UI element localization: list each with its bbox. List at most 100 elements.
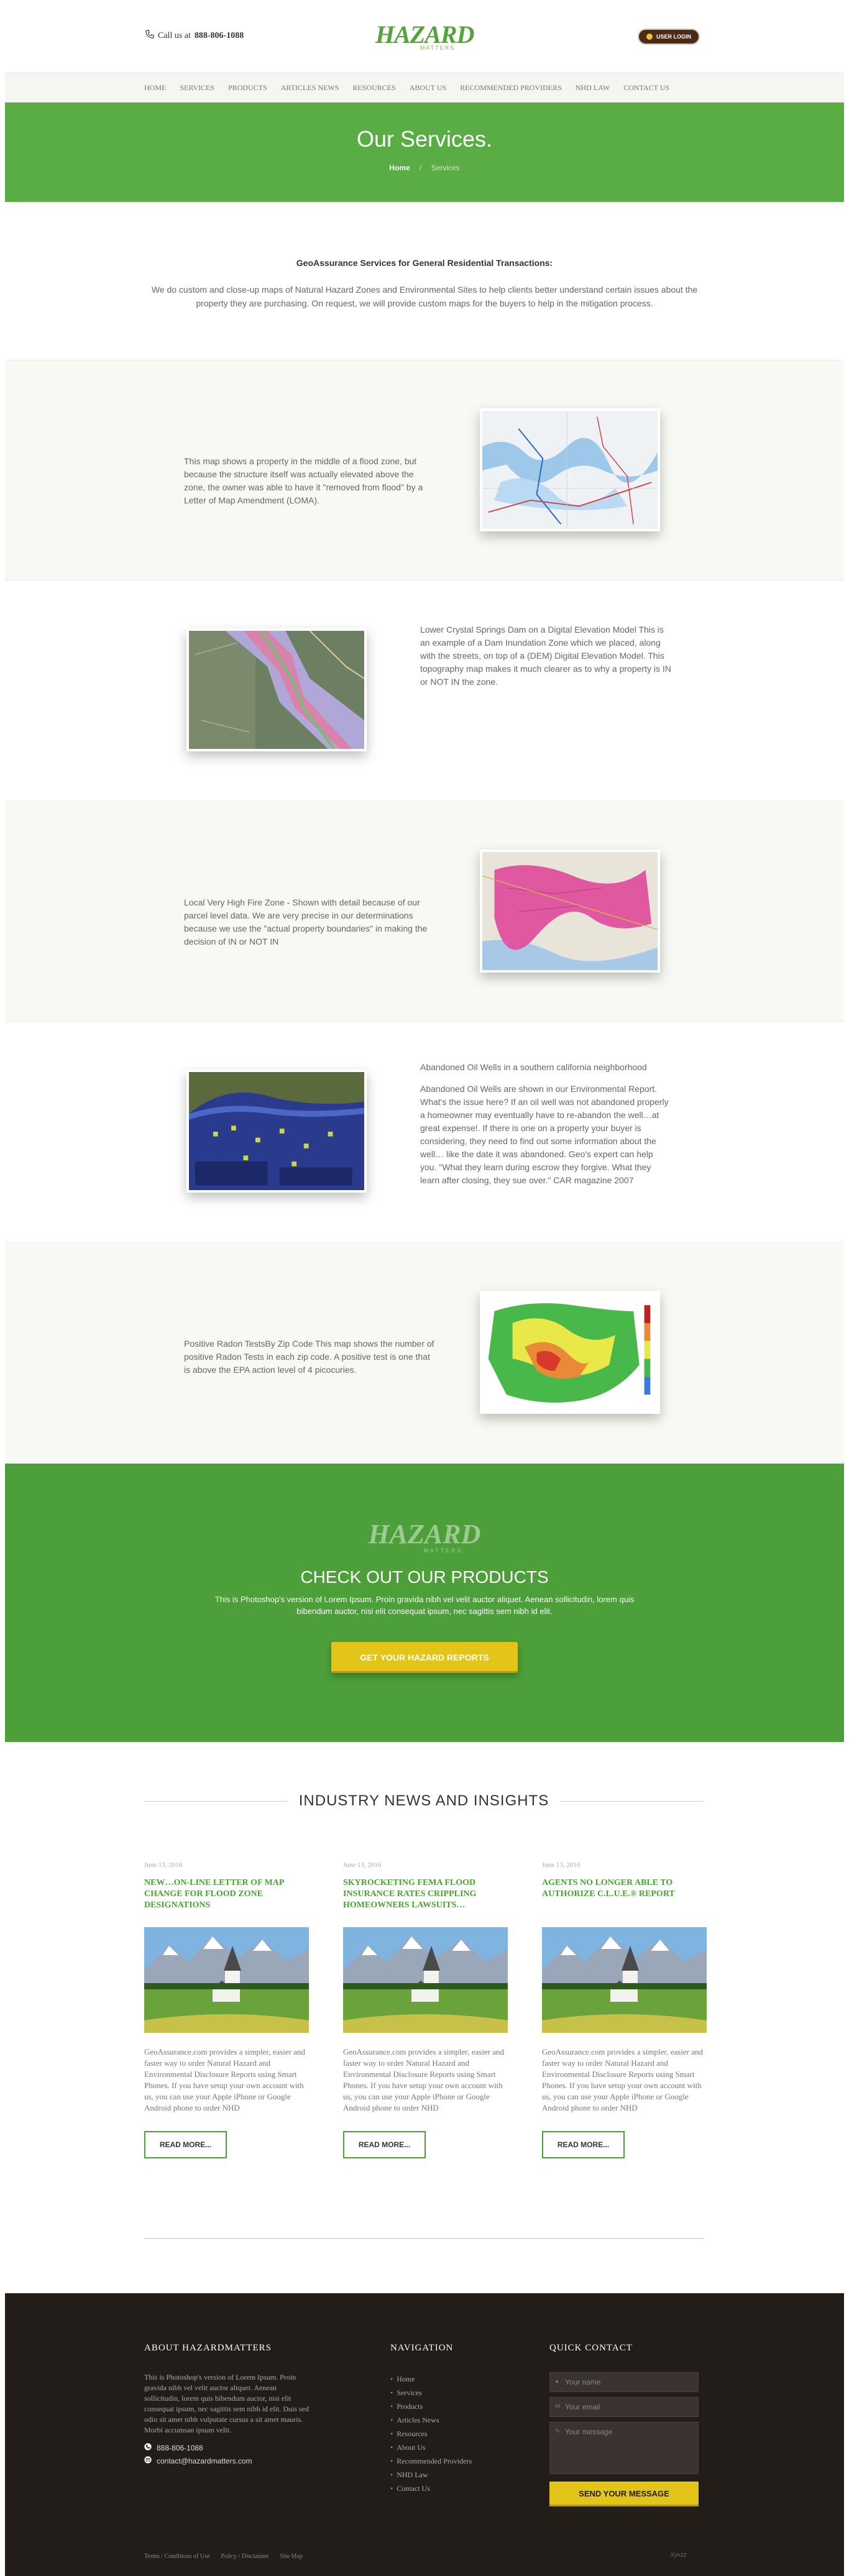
- footer-navigation: NAVIGATION Home Services Products Articl…: [390, 2343, 502, 2495]
- service-row-dam: Lower Crystal Springs Dam on a Digital E…: [5, 581, 844, 801]
- page-title: Our Services.: [356, 126, 493, 152]
- products-banner: HAZARD MATTERS CHECK OUT OUR PRODUCTS Th…: [5, 1464, 844, 1742]
- phone-number: 888-806-1088: [194, 30, 244, 40]
- contact-email-field[interactable]: ✉ Your email: [549, 2397, 699, 2417]
- email-icon: ✉: [555, 2403, 561, 2410]
- breadcrumb: Home / Services: [5, 163, 844, 172]
- service-title: Abandoned Oil Wells in a southern califo…: [420, 1062, 647, 1072]
- user-icon: [646, 34, 653, 40]
- news-card-image[interactable]: [343, 1927, 508, 2033]
- news-card-image[interactable]: [542, 1927, 707, 2033]
- pencil-icon: ✎: [555, 2428, 561, 2435]
- nav-item-recommended-providers[interactable]: RECOMMENDED PROVIDERS: [460, 83, 562, 93]
- radon-map-image: [480, 1291, 660, 1414]
- footer-link-terms[interactable]: Terms / Conditions of Use: [144, 2553, 209, 2560]
- service-row-oil-wells: Abandoned Oil Wells in a southern califo…: [5, 1022, 844, 1242]
- footer-nav-recommended-providers[interactable]: Recommended Providers: [390, 2454, 502, 2468]
- footer-contact-title: QUICK CONTACT: [549, 2343, 633, 2353]
- read-more-button[interactable]: READ MORE...: [542, 2131, 625, 2158]
- oil-wells-map-image: [186, 1070, 367, 1193]
- header-phone[interactable]: Call us at 888-806-1088: [145, 30, 244, 42]
- news-card-title[interactable]: SKYROCKETING FEMA FLOOD INSURANCE RATES …: [343, 1877, 508, 1922]
- news-card: June 13, 2016 AGENTS NO LONGER ABLE TO A…: [542, 1861, 707, 2158]
- logo-text: HAZARD: [375, 21, 474, 48]
- footer-nav-resources[interactable]: Resources: [390, 2427, 502, 2441]
- breadcrumb-home[interactable]: Home: [389, 163, 410, 172]
- service-text: This map shows a property in the middle …: [184, 456, 423, 505]
- news-section: INDUSTRY NEWS AND INSIGHTS June 13, 2016…: [5, 1742, 844, 2289]
- nav-item-nhd-law[interactable]: NHD LAW: [576, 83, 610, 93]
- site-logo[interactable]: HAZARD MATTERS: [375, 21, 474, 52]
- footer-about-text: This is Photoshop's version of Lorem Ips…: [144, 2373, 309, 2434]
- site-footer: ABOUT HAZARDMATTERS This is Photoshop's …: [5, 2293, 844, 2576]
- nav-item-products[interactable]: PRODUCTS: [228, 83, 267, 93]
- nav-item-home[interactable]: HOME: [144, 83, 166, 93]
- products-title: CHECK OUT OUR PRODUCTS: [300, 1567, 549, 1587]
- news-card: June 13, 2016 SKYROCKETING FEMA FLOOD IN…: [343, 1861, 508, 2158]
- user-icon: ●: [555, 2378, 559, 2385]
- intro-body: We do custom and close-up maps of Natura…: [151, 285, 698, 308]
- heading-rule-right: [560, 1800, 704, 1802]
- contact-name-field[interactable]: ● Your name: [549, 2372, 699, 2392]
- footer-bottom-links: Terms / Conditions of Use Policy / Discl…: [144, 2553, 303, 2560]
- heading-rule-left: [144, 1800, 288, 1802]
- footer-about-title: ABOUT HAZARDMATTERS: [144, 2343, 272, 2353]
- contact-name-placeholder: Your name: [565, 2378, 601, 2386]
- news-card-excerpt: GeoAssurance.com provides a simpler, eas…: [144, 2047, 306, 2112]
- services-intro: GeoAssurance Services for General Reside…: [5, 202, 844, 360]
- contact-message-placeholder: Your message: [565, 2427, 613, 2436]
- footer-email[interactable]: contact@hazardmatters.com: [144, 2456, 312, 2465]
- nav-item-about-us[interactable]: ABOUT US: [410, 83, 446, 93]
- page: Call us at 888-806-1088 HAZARD MATTERS U…: [0, 0, 849, 2576]
- footer-email-address: contact@hazardmatters.com: [157, 2456, 252, 2465]
- products-body: This is Photoshop's version of Lorem Ips…: [214, 1595, 635, 1616]
- breadcrumb-current: Services: [431, 163, 460, 172]
- products-logo: HAZARD: [368, 1519, 481, 1549]
- main-nav: HOME SERVICES PRODUCTS ARTICLES NEWS RES…: [5, 73, 844, 103]
- breadcrumb-separator: /: [419, 163, 422, 172]
- footer-credit: Xyxzz: [670, 2552, 687, 2559]
- news-card-title[interactable]: AGENTS NO LONGER ABLE TO AUTHORIZE C.L.U…: [542, 1877, 707, 1922]
- footer-nav-home[interactable]: Home: [390, 2372, 502, 2386]
- read-more-button[interactable]: READ MORE...: [343, 2131, 426, 2158]
- service-row-radon: Positive Radon TestsBy Zip Code This map…: [5, 1243, 844, 1463]
- footer-phone-number: 888-806-1088: [157, 2443, 203, 2452]
- service-text: Positive Radon TestsBy Zip Code This map…: [184, 1339, 434, 1375]
- nav-item-articles-news[interactable]: ARTICLES NEWS: [281, 83, 339, 93]
- email-icon: [144, 2456, 152, 2465]
- service-row-fire: Local Very High Fire Zone - Shown with d…: [5, 802, 844, 1022]
- footer-link-sitemap[interactable]: Site Map: [280, 2553, 303, 2560]
- service-text: Local Very High Fire Zone - Shown with d…: [184, 897, 428, 947]
- service-text: Lower Crystal Springs Dam on a Digital E…: [420, 625, 671, 687]
- news-card-image[interactable]: [144, 1927, 309, 2033]
- nav-item-services[interactable]: SERVICES: [180, 83, 214, 93]
- contact-message-field[interactable]: ✎ Your message: [549, 2422, 699, 2474]
- dam-elevation-image: [186, 628, 367, 751]
- nav-item-contact-us[interactable]: CONTACT US: [623, 83, 669, 93]
- news-card-title[interactable]: NEW…ON-LINE LETTER OF MAP CHANGE FOR FLO…: [144, 1877, 309, 1922]
- footer-nav-services[interactable]: Services: [390, 2386, 502, 2400]
- news-card-excerpt: GeoAssurance.com provides a simpler, eas…: [343, 2047, 505, 2112]
- site-header: Call us at 888-806-1088 HAZARD MATTERS U…: [5, 0, 844, 73]
- footer-nav-title: NAVIGATION: [390, 2343, 454, 2353]
- footer-nav-contact-us[interactable]: Contact Us: [390, 2482, 502, 2495]
- news-title: INDUSTRY NEWS AND INSIGHTS: [298, 1792, 549, 1809]
- news-date: June 13, 2016: [144, 1861, 183, 1869]
- get-reports-button[interactable]: GET YOUR HAZARD REPORTS: [331, 1642, 518, 1673]
- footer-nav-about-us[interactable]: About Us: [390, 2441, 502, 2454]
- read-more-button[interactable]: READ MORE...: [144, 2131, 227, 2158]
- footer-nav-products[interactable]: Products: [390, 2400, 502, 2413]
- footer-nav-nhd-law[interactable]: NHD Law: [390, 2468, 502, 2482]
- fire-zone-map-image: [480, 850, 660, 973]
- news-card-excerpt: GeoAssurance.com provides a simpler, eas…: [542, 2047, 704, 2112]
- footer-quick-contact: QUICK CONTACT ● Your name ✉ Your email ✎…: [549, 2343, 705, 2506]
- send-message-button[interactable]: SEND YOUR MESSAGE: [549, 2482, 699, 2506]
- contact-email-placeholder: Your email: [565, 2403, 600, 2411]
- nav-item-resources[interactable]: RESOURCES: [352, 83, 395, 93]
- footer-phone[interactable]: 888-806-1088: [144, 2443, 312, 2452]
- page-hero: Our Services. Home / Services: [5, 103, 844, 202]
- news-date: June 13, 2016: [542, 1861, 581, 1869]
- footer-nav-articles-news[interactable]: Articles News: [390, 2413, 502, 2427]
- footer-link-policy[interactable]: Policy / Disclaimer: [221, 2553, 268, 2560]
- user-login-button[interactable]: USER LOGIN: [638, 29, 700, 45]
